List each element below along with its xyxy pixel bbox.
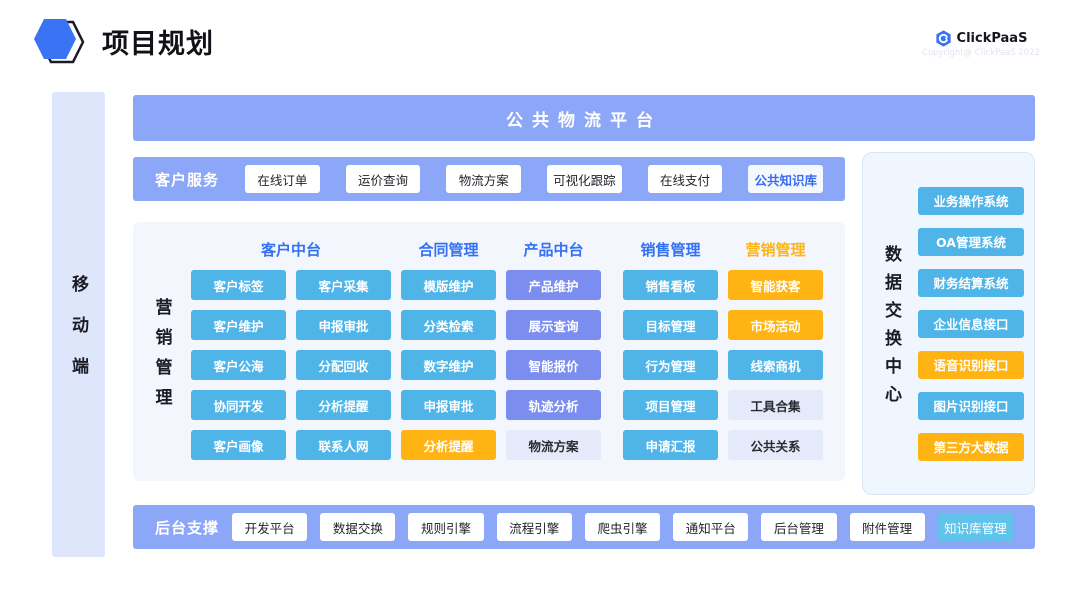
grid-column-1: 客户标签 客户维护 客户公海 协同开发 客户画像 [191,270,286,460]
button-development-platform[interactable]: 开发平台 [232,513,307,541]
button-collaborative-development[interactable]: 协同开发 [191,390,286,420]
button-logistics-plan-2[interactable]: 物流方案 [506,430,601,460]
button-backend-management[interactable]: 后台管理 [761,513,836,541]
button-online-payment[interactable]: 在线支付 [648,165,723,193]
data-exchange-panel: 数据交换中心 业务操作系统 OA管理系统 财务结算系统 企业信息接口 语音识别接… [862,152,1035,495]
data-exchange-items: 业务操作系统 OA管理系统 财务结算系统 企业信息接口 语音识别接口 图片识别接… [918,187,1024,461]
button-customer-collection[interactable]: 客户采集 [296,270,391,300]
button-freight-query[interactable]: 运价查询 [346,165,421,193]
button-customer-tags[interactable]: 客户标签 [191,270,286,300]
clickpaas-logo-icon [935,30,952,47]
button-financial-settlement-system[interactable]: 财务结算系统 [918,269,1024,297]
button-crawler-engine[interactable]: 爬虫引擎 [585,513,660,541]
header-customer-mid-platform: 客户中台 [191,239,391,260]
button-category-search[interactable]: 分类检索 [401,310,496,340]
button-application-report[interactable]: 申请汇报 [623,430,718,460]
grid-column-5: 销售看板 目标管理 行为管理 项目管理 申请汇报 [623,270,718,460]
button-sales-dashboard[interactable]: 销售看板 [623,270,718,300]
button-display-query[interactable]: 展示查询 [506,310,601,340]
header-contract-management: 合同管理 [401,239,496,260]
button-tool-collection[interactable]: 工具合集 [728,390,823,420]
button-third-party-big-data[interactable]: 第三方大数据 [918,433,1024,461]
page: 项目规划 ClickPaaS Copyright@ ClickPaaS 2022… [0,0,1080,608]
button-image-recognition-interface[interactable]: 图片识别接口 [918,392,1024,420]
button-smart-customer-acquisition[interactable]: 智能获客 [728,270,823,300]
button-lead-opportunity[interactable]: 线索商机 [728,350,823,380]
button-oa-management-system[interactable]: OA管理系统 [918,228,1024,256]
button-enterprise-info-interface[interactable]: 企业信息接口 [918,310,1024,338]
button-digital-maintenance[interactable]: 数字维护 [401,350,496,380]
header-sales-management: 销售管理 [623,239,718,260]
banner-public-logistics-platform: 公共物流平台 [133,95,1035,141]
grid-column-6: 智能获客 市场活动 线索商机 工具合集 公共关系 [728,270,823,460]
button-contact-network[interactable]: 联系人网 [296,430,391,460]
grid-column-2: 客户采集 申报审批 分配回收 分析提醒 联系人网 [296,270,391,460]
button-declaration-approval[interactable]: 申报审批 [296,310,391,340]
button-business-operation-system[interactable]: 业务操作系统 [918,187,1024,215]
customer-service-row: 客户服务 在线订单 运价查询 物流方案 可视化跟踪 在线支付 公共知识库 [133,157,845,201]
module-grid: 客户中台 合同管理 产品中台 销售管理 营销管理 客户标签 客户维护 客户公海 … [191,222,823,481]
header-marketing-management: 营销管理 [728,239,823,260]
mobile-side-bar: 移动端 [52,92,105,557]
header-product-mid-platform: 产品中台 [506,239,601,260]
button-customer-maintenance[interactable]: 客户维护 [191,310,286,340]
button-analysis-reminder[interactable]: 分析提醒 [296,390,391,420]
backend-support-label: 后台支撑 [155,517,219,538]
marketing-side-label-wrap: 营销管理 [133,222,191,481]
button-smart-quotation[interactable]: 智能报价 [506,350,601,380]
brand-name: ClickPaaS [957,31,1028,46]
button-product-maintenance[interactable]: 产品维护 [506,270,601,300]
button-template-maintenance[interactable]: 模版维护 [401,270,496,300]
button-online-order[interactable]: 在线订单 [245,165,320,193]
button-behavior-management[interactable]: 行为管理 [623,350,718,380]
button-trajectory-analysis[interactable]: 轨迹分析 [506,390,601,420]
button-public-knowledge-base[interactable]: 公共知识库 [748,165,823,193]
backend-support-row: 后台支撑 开发平台 数据交换 规则引擎 流程引擎 爬虫引擎 通知平台 后台管理 … [133,505,1035,549]
page-title: 项目规划 [102,22,214,61]
hexagon-logo-icon [30,16,86,66]
button-market-activity[interactable]: 市场活动 [728,310,823,340]
button-project-management[interactable]: 项目管理 [623,390,718,420]
header: 项目规划 [30,16,214,66]
copyright-text: Copyright@ ClickPaaS 2022 [916,48,1046,58]
button-rule-engine[interactable]: 规则引擎 [408,513,483,541]
button-customer-pool[interactable]: 客户公海 [191,350,286,380]
button-analysis-reminder-2[interactable]: 分析提醒 [401,430,496,460]
button-allocation-recovery[interactable]: 分配回收 [296,350,391,380]
button-data-exchange[interactable]: 数据交换 [320,513,395,541]
button-logistics-plan[interactable]: 物流方案 [446,165,521,193]
marketing-side-label: 营销管理 [150,285,175,418]
button-attachment-management[interactable]: 附件管理 [850,513,925,541]
mobile-side-bar-label: 移动端 [66,251,91,398]
button-public-relations[interactable]: 公共关系 [728,430,823,460]
grid-columns: 客户标签 客户维护 客户公海 协同开发 客户画像 客户采集 申报审批 分配回收 … [191,270,823,460]
banner-label: 公共物流平台 [506,106,662,131]
button-speech-recognition-interface[interactable]: 语音识别接口 [918,351,1024,379]
marketing-management-panel: 营销管理 客户中台 合同管理 产品中台 销售管理 营销管理 客户标签 客户维护 … [133,222,845,481]
button-notification-platform[interactable]: 通知平台 [673,513,748,541]
data-exchange-side-label: 数据交换中心 [879,234,904,413]
grid-column-4: 产品维护 展示查询 智能报价 轨迹分析 物流方案 [506,270,601,460]
button-visual-tracking[interactable]: 可视化跟踪 [547,165,622,193]
customer-service-label: 客户服务 [155,169,219,190]
button-goal-management[interactable]: 目标管理 [623,310,718,340]
button-process-engine[interactable]: 流程引擎 [497,513,572,541]
button-declaration-approval-2[interactable]: 申报审批 [401,390,496,420]
button-knowledge-base-management[interactable]: 知识库管理 [938,513,1013,541]
grid-column-3: 模版维护 分类检索 数字维护 申报审批 分析提醒 [401,270,496,460]
grid-headers: 客户中台 合同管理 产品中台 销售管理 营销管理 [191,236,823,262]
brand-block: ClickPaaS Copyright@ ClickPaaS 2022 [916,30,1046,58]
button-customer-portrait[interactable]: 客户画像 [191,430,286,460]
